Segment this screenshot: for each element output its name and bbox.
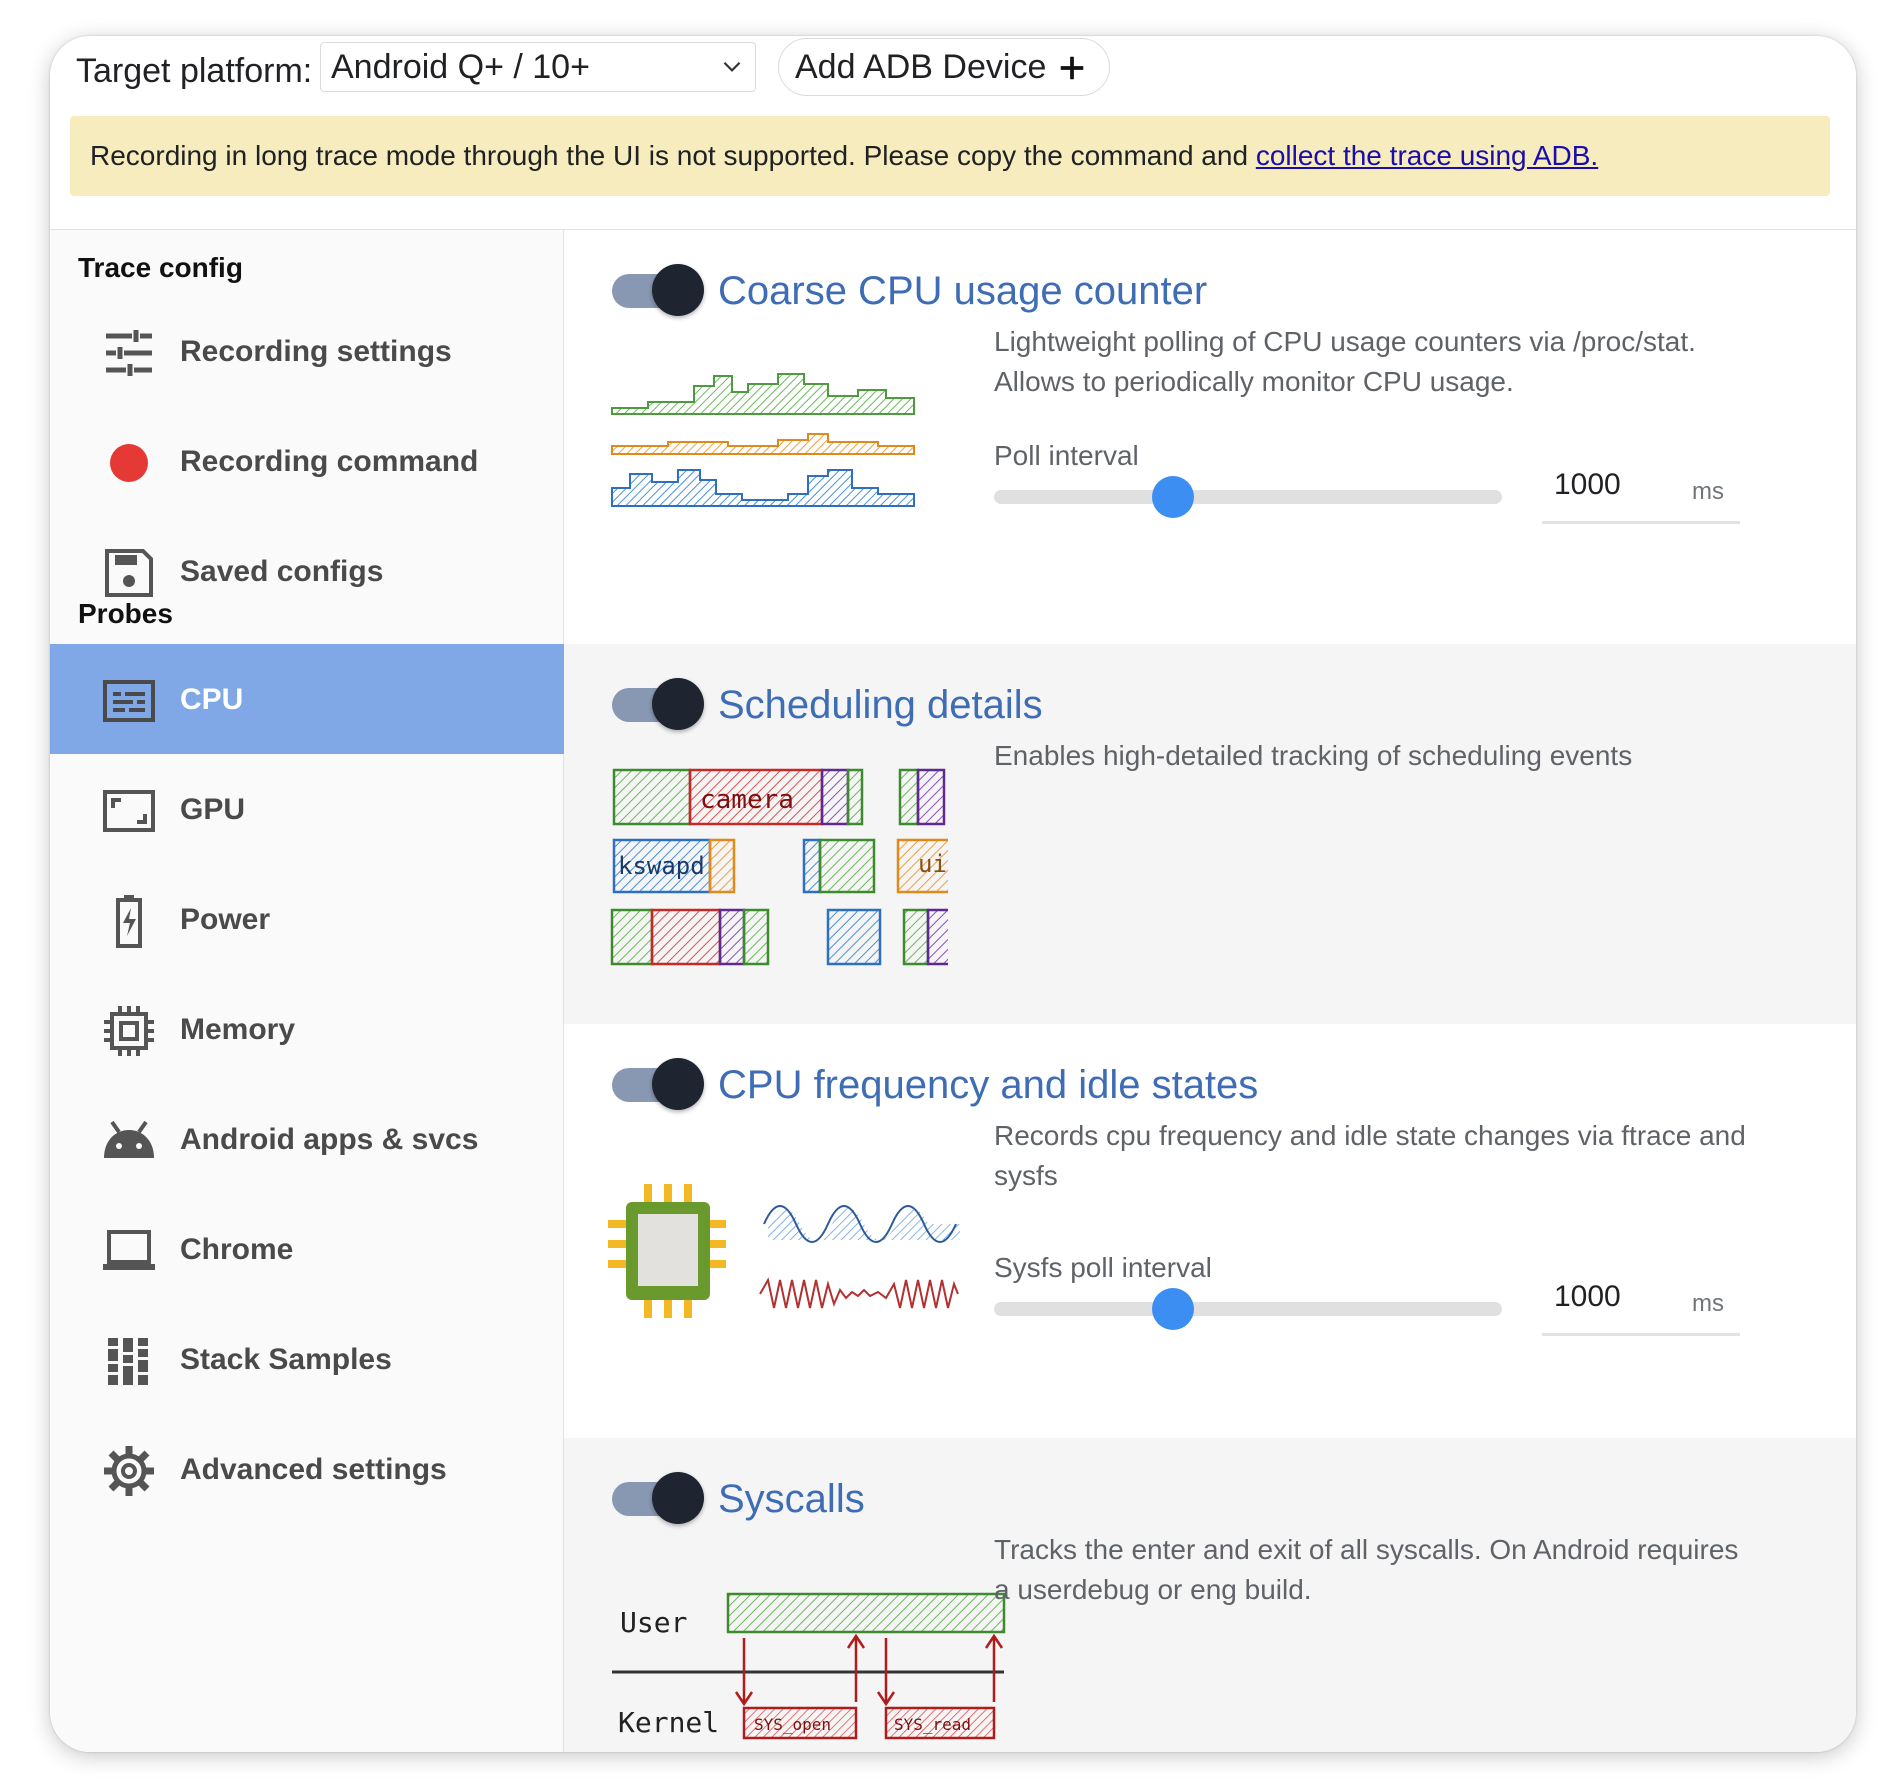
probe-title: CPU frequency and idle states [718,1063,1259,1107]
toggle-knob [652,1472,704,1524]
record-dot-icon [110,444,148,482]
chevron-down-icon [723,61,741,72]
sysfs-poll-interval-slider[interactable] [994,1288,1502,1330]
sidebar-item-label: CPU [180,683,244,716]
long-trace-warning-banner: Recording in long trace mode through the… [70,116,1830,196]
probe-syscalls: Syscalls User Kernel SYS_open SYS_read T… [564,1438,1856,1752]
scheduling-toggle[interactable] [610,676,706,732]
probe-scheduling-details: Scheduling details camera kswapd ui Enab… [564,644,1856,1024]
sidebar-item-chrome[interactable]: Chrome [50,1194,564,1304]
sidebar-item-stack-samples[interactable]: Stack Samples [50,1304,564,1414]
syscalls-illustration: User Kernel SYS_open SYS_read [612,1592,1006,1740]
add-adb-device-label: Add ADB Device [795,48,1047,86]
top-bar: Target platform: Android Q+ / 10+ Add AD… [50,36,1856,230]
slider-rail [994,1302,1502,1316]
user-label: User [620,1606,687,1639]
android-icon [104,1120,154,1158]
toggle-knob [652,1058,704,1110]
camera-label: camera [700,785,794,815]
sidebar-item-gpu[interactable]: GPU [50,754,564,864]
probe-title: Syscalls [718,1477,865,1521]
probe-cpu-frequency: CPU frequency and idle states Records cp… [564,1024,1856,1438]
sidebar-item-recording-command[interactable]: Recording command [50,406,564,516]
sidebar-item-label: GPU [180,793,246,826]
poll-interval-value: 1000 [1554,468,1621,501]
battery-icon [116,895,142,948]
probe-list: Coarse CPU usage counter Lightweight pol… [564,230,1856,1752]
coarse-cpu-toggle[interactable] [610,262,706,318]
add-adb-device-button[interactable]: Add ADB Device [778,38,1110,96]
cpu-icon [103,680,155,722]
slider-thumb[interactable] [1152,476,1194,518]
sidebar-item-label: Power [180,903,271,936]
save-icon [105,549,153,597]
sidebar-item-label: Saved configs [180,555,384,588]
cpu-frequency-illustration [608,1184,960,1318]
sidebar-item-memory[interactable]: Memory [50,974,564,1084]
tune-icon [106,330,152,376]
poll-interval-slider[interactable] [994,476,1502,518]
slider-rail [994,490,1502,504]
probe-description: Tracks the enter and exit of all syscall… [994,1534,1739,1605]
sidebar-item-cpu[interactable]: CPU [50,644,564,754]
cpu-usage-illustration [611,373,915,507]
target-platform-value: Android Q+ / 10+ [331,48,590,86]
probe-description: Lightweight polling of CPU usage counter… [994,326,1696,397]
kernel-label: Kernel [618,1706,719,1739]
sidebar-item-label: Android apps & svcs [180,1123,479,1156]
stack-samples-icon [108,1338,148,1385]
sidebar-item-label: Chrome [180,1233,294,1266]
sys-open-label: SYS_open [754,1715,831,1734]
probe-description: Records cpu frequency and idle state cha… [994,1120,1746,1191]
sys-read-label: SYS_read [894,1715,971,1734]
memory-chip-icon [104,1006,154,1056]
sidebar-item-advanced-settings[interactable]: Advanced settings [50,1414,564,1524]
collect-trace-adb-link[interactable]: collect the trace using ADB. [1256,140,1598,171]
cpu-frequency-toggle[interactable] [610,1056,706,1112]
trace-config-heading: Trace config [78,252,243,283]
poll-interval-input[interactable]: 1000 ms [1542,452,1740,524]
sidebar-item-label: Memory [180,1013,296,1046]
syscalls-toggle[interactable] [610,1470,706,1526]
sidebar-item-label: Stack Samples [180,1343,392,1376]
target-platform-label: Target platform: [76,52,313,90]
sysfs-poll-interval-input[interactable]: 1000 ms [1542,1264,1740,1336]
plus-icon [1060,56,1084,80]
laptop-icon [103,1230,155,1270]
sidebar-item-recording-settings[interactable]: Recording settings [50,296,564,406]
sidebar-item-power[interactable]: Power [50,864,564,974]
sysfs-poll-interval-label: Sysfs poll interval [994,1252,1212,1283]
poll-interval-unit: ms [1692,478,1724,505]
slider-thumb[interactable] [1152,1288,1194,1330]
sysfs-poll-interval-unit: ms [1692,1290,1724,1317]
sidebar: Trace config Recording settings Recordin… [50,230,564,1752]
sidebar-item-label: Recording settings [180,335,452,368]
sidebar-item-label: Recording command [180,445,479,478]
toggle-knob [652,678,704,730]
warning-text: Recording in long trace mode through the… [90,140,1256,171]
sidebar-item-label: Advanced settings [180,1453,447,1486]
sidebar-item-android-apps[interactable]: Android apps & svcs [50,1084,564,1194]
probe-title: Coarse CPU usage counter [718,269,1208,313]
probe-description: Enables high-detailed tracking of schedu… [994,740,1633,771]
app-window: Target platform: Android Q+ / 10+ Add AD… [50,36,1856,1752]
probe-title: Scheduling details [718,683,1043,727]
ui-label: ui [918,850,947,878]
poll-interval-label: Poll interval [994,440,1139,471]
probe-coarse-cpu-usage: Coarse CPU usage counter Lightweight pol… [564,230,1856,644]
gear-icon [104,1446,154,1496]
gpu-icon [103,790,155,832]
kswapd-label: kswapd [618,852,705,880]
sysfs-poll-interval-value: 1000 [1554,1280,1621,1313]
target-platform-select[interactable]: Android Q+ / 10+ [320,42,756,92]
scheduling-illustration: camera kswapd ui [610,768,948,966]
probes-heading: Probes [78,598,173,629]
toggle-knob [652,264,704,316]
